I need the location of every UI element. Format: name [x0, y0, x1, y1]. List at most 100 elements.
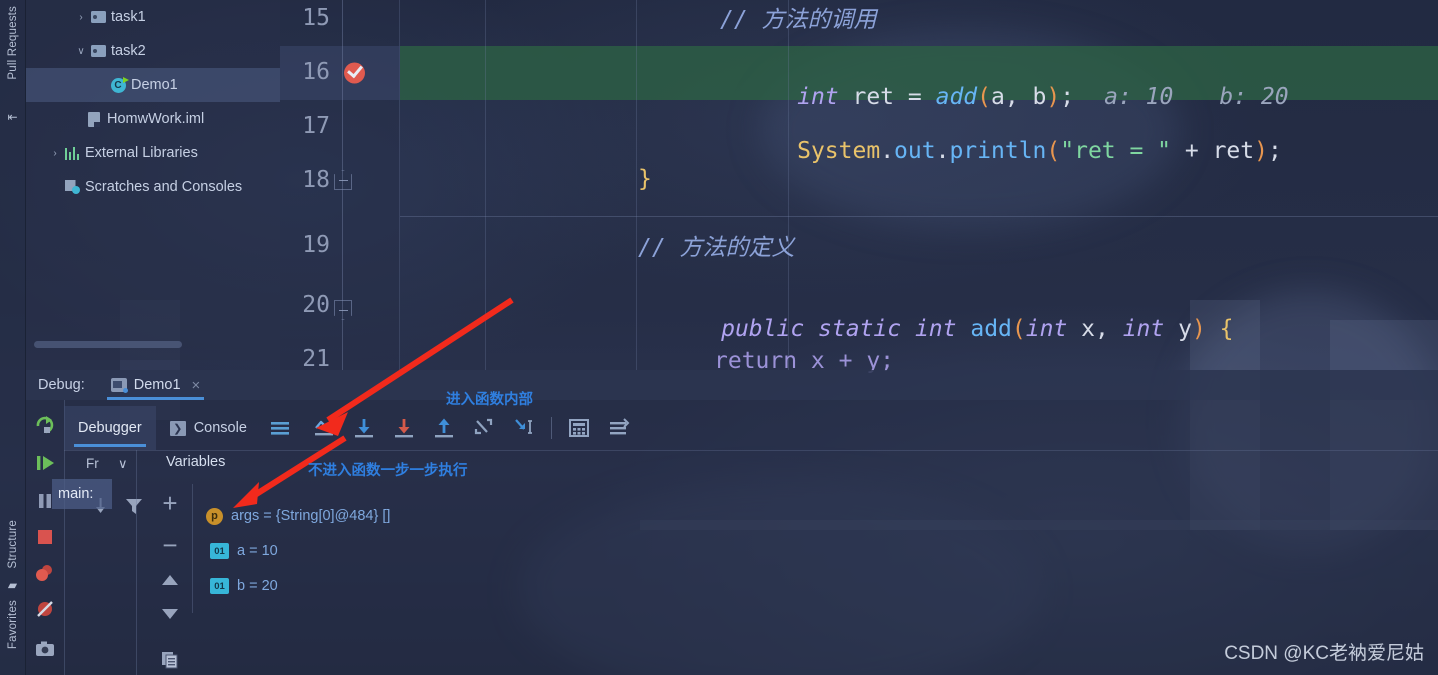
assign-op: =	[907, 84, 936, 110]
tree-item-label: task2	[111, 43, 146, 59]
line-number: 19	[302, 232, 330, 258]
libraries-icon	[62, 146, 82, 160]
indent-guide	[636, 0, 637, 370]
field-out: out	[894, 138, 936, 164]
chevron-down-icon[interactable]: ∨	[118, 456, 128, 472]
iml-file-icon	[84, 111, 104, 127]
tab-debugger[interactable]: Debugger	[64, 406, 156, 450]
debug-session-icon	[110, 378, 128, 393]
frames-panel[interactable]	[64, 484, 142, 675]
variable-row-a[interactable]: 01 a = 10	[210, 537, 278, 565]
tab-console[interactable]: ❯ Console	[156, 406, 257, 450]
layout-list-icon[interactable]	[267, 415, 293, 441]
rail-structure[interactable]: Structure	[7, 520, 19, 568]
move-down-icon[interactable]	[159, 606, 181, 627]
parameter-badge: p	[206, 507, 223, 525]
step-out-icon[interactable]	[431, 415, 457, 441]
tree-item-demo1[interactable]: C Demo1	[26, 68, 280, 102]
method-add-def: add	[970, 316, 1012, 342]
debug-header: Debug: Demo1 ×	[26, 370, 1438, 400]
watermark: CSDN @KC老衲爱尼姑	[1224, 643, 1424, 664]
left-tool-rail: Pull Requests ⇤ Structure ▰ Favorites	[0, 0, 26, 675]
paren-close: )	[1191, 316, 1206, 342]
rail-favorites[interactable]: Favorites	[7, 600, 19, 649]
chevron-down-icon[interactable]: ∨	[74, 46, 88, 57]
dot: .	[935, 138, 950, 164]
run-to-cursor-icon[interactable]	[511, 415, 537, 441]
modifiers: public static int	[721, 316, 971, 342]
chevron-right-icon[interactable]: ›	[74, 12, 88, 23]
variables-toolbar: + −	[150, 484, 190, 675]
tab-debugger-label: Debugger	[78, 420, 142, 436]
indent-guide	[485, 0, 486, 370]
paren-open: (	[977, 84, 991, 110]
annotation-step-into: 进入函数内部	[446, 392, 533, 408]
settings-camera-icon[interactable]	[34, 638, 56, 660]
paren-open: (	[1011, 316, 1026, 342]
mute-breakpoints-icon[interactable]	[34, 598, 56, 620]
line-number: 15	[302, 5, 330, 31]
open-brace: {	[1205, 316, 1234, 342]
debugger-toolbar: Debugger ❯ Console	[64, 406, 1438, 450]
structure-icon[interactable]: ▰	[8, 578, 17, 592]
paren-close: )	[1046, 84, 1061, 110]
debug-panels-header: Fr ∨ Variables	[64, 450, 1438, 484]
param-type-1: int	[1025, 316, 1068, 342]
code-editor[interactable]: 15 16 17 18 19 20 21 // 方法的调用 int ret = …	[280, 0, 1438, 374]
tree-item-task1[interactable]: › task1	[26, 0, 280, 34]
frames-label[interactable]: Fr	[86, 456, 99, 471]
evaluate-expression-icon[interactable]	[566, 415, 592, 441]
scratches-icon	[62, 180, 82, 194]
variable-text: b = 20	[237, 578, 278, 594]
annotation-step-over: 不进入函数一步一步执行	[308, 463, 468, 479]
tree-horizontal-scrollbar[interactable]	[34, 341, 182, 348]
tree-item-task2[interactable]: ∨ task2	[26, 34, 280, 68]
add-watch-icon[interactable]: +	[162, 490, 177, 516]
primitive-badge: 01	[210, 578, 229, 594]
close-icon[interactable]: ×	[192, 377, 201, 394]
code-line-15-comment: // 方法的调用	[720, 7, 877, 33]
method-add: add	[935, 84, 978, 110]
debug-session-tab[interactable]: Demo1 ×	[106, 370, 205, 400]
plus-op: +	[1171, 138, 1213, 164]
remove-watch-icon[interactable]: −	[162, 532, 177, 558]
pull-request-icon[interactable]: ⇤	[7, 110, 17, 124]
layout-settings-icon[interactable]	[606, 415, 632, 441]
project-tree-panel: › task1 ∨ task2 C Demo1 HomwWork.iml › E…	[26, 0, 280, 360]
toolbar-separator	[550, 417, 552, 439]
step-over-icon[interactable]	[351, 415, 377, 441]
view-breakpoints-icon[interactable]	[34, 562, 56, 584]
variable-row-args[interactable]: p args = {String[0]@484} []	[206, 502, 390, 530]
toolbar-divider	[64, 450, 1438, 451]
semicolon: ;	[1060, 84, 1075, 110]
tree-item-label: Demo1	[131, 77, 178, 93]
chevron-right-icon[interactable]: ›	[48, 148, 62, 159]
line-number: 21	[302, 346, 330, 372]
step-into-icon[interactable]	[391, 415, 417, 441]
tree-item-scratches-and-consoles[interactable]: Scratches and Consoles	[26, 170, 280, 204]
code-line-18: }	[638, 166, 652, 192]
line-number: 16	[302, 59, 330, 85]
tree-item-homwwork-iml[interactable]: HomwWork.iml	[26, 102, 280, 136]
stop-icon[interactable]	[34, 526, 56, 548]
inline-hint-b: b: 20	[1219, 84, 1289, 110]
tree-item-external-libraries[interactable]: › External Libraries	[26, 136, 280, 170]
string-literal: "ret = "	[1060, 138, 1172, 164]
resume-program-icon[interactable]	[34, 452, 56, 474]
frame-main[interactable]: main:	[52, 479, 112, 509]
rerun-icon[interactable]	[34, 414, 56, 436]
line-number: 17	[302, 113, 330, 139]
show-execution-point-icon[interactable]	[311, 415, 337, 441]
breakpoint-icon[interactable]	[344, 62, 365, 84]
copy-icon[interactable]	[160, 650, 180, 675]
folder-icon	[88, 45, 108, 57]
variable-row-b[interactable]: 01 b = 20	[210, 572, 278, 600]
drop-frame-icon[interactable]	[471, 415, 497, 441]
var-ret: ret	[838, 84, 908, 110]
inline-hint-a: a: 10	[1104, 84, 1174, 110]
ide-window: Pull Requests ⇤ Structure ▰ Favorites › …	[0, 0, 1438, 675]
move-up-icon[interactable]	[159, 572, 181, 593]
debug-actions-column	[26, 400, 64, 675]
rail-pull-requests[interactable]: Pull Requests	[7, 6, 19, 80]
variable-text: args = {String[0]@484} []	[231, 508, 391, 524]
